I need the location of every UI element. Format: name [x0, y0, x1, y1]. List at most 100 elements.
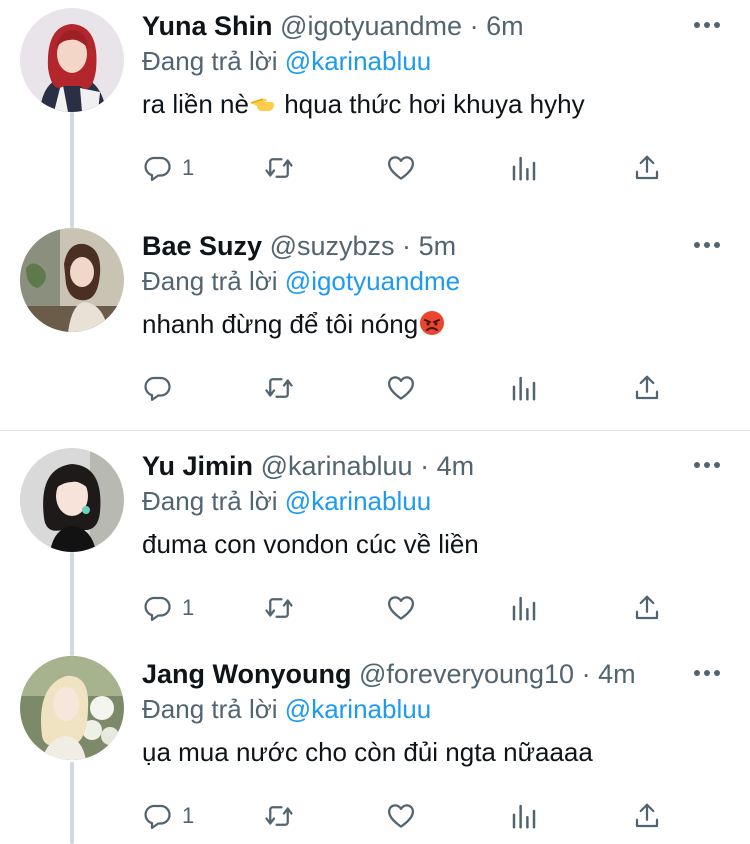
tweet-header: Jang Wonyoung @foreveryoung10 · 4m — [142, 656, 636, 692]
heart-icon — [388, 804, 414, 828]
tweet-header: Yuna Shin @igotyuandme · 6m — [142, 8, 524, 44]
retweet-icon — [265, 806, 293, 826]
tweet[interactable]: Yuna Shin @igotyuandme · 6m Đang trả lời… — [0, 8, 750, 208]
reply-button[interactable]: 1 — [142, 588, 194, 628]
more-icon[interactable] — [694, 240, 720, 250]
analytics-icon — [512, 376, 536, 401]
mention-link[interactable]: @karinabluu — [285, 694, 431, 724]
reply-prefix: Đang trả lời — [142, 266, 278, 296]
tweet-text-body: đuma con vondon cúc về liền — [142, 529, 479, 559]
angry-face-emoji — [420, 311, 445, 335]
tweet[interactable]: Yu Jimin @karinabluu · 4m Đang trả lời @… — [0, 448, 750, 648]
author-handle[interactable]: @karinabluu — [261, 451, 413, 481]
avatar[interactable] — [20, 228, 124, 332]
more-icon[interactable] — [694, 668, 720, 678]
tweet-text-body: ụa mua nước cho còn đủi ngta nữaaaa — [142, 737, 593, 767]
tweet-text-tail: hqua thức hơi khuya hyhy — [276, 89, 585, 119]
reply-prefix: Đang trả lời — [142, 486, 278, 516]
analytics-button[interactable] — [509, 148, 539, 188]
separator-dot: · — [402, 231, 412, 261]
share-icon — [635, 803, 659, 828]
reply-count: 1 — [182, 595, 195, 620]
timestamp[interactable]: 5m — [419, 231, 457, 261]
reply-context: Đang trả lời @karinabluu — [142, 44, 431, 78]
thread-divider — [0, 430, 750, 431]
share-button[interactable] — [632, 796, 662, 836]
tweet[interactable]: Jang Wonyoung @foreveryoung10 · 4m Đang … — [0, 656, 750, 844]
more-icon[interactable] — [694, 460, 720, 470]
retweet-icon — [265, 378, 293, 398]
reply-count: 1 — [182, 803, 195, 828]
avatar[interactable] — [20, 656, 124, 760]
tweet-text: nhanh đừng để tôi nóng — [142, 306, 446, 342]
more-icon[interactable] — [694, 20, 720, 30]
reply-context: Đang trả lời @karinabluu — [142, 692, 431, 726]
author-handle[interactable]: @foreveryoung10 — [359, 659, 574, 689]
pointing-hand-emoji — [250, 98, 274, 111]
share-icon — [635, 375, 659, 400]
retweet-button[interactable] — [264, 148, 294, 188]
timestamp[interactable]: 6m — [486, 11, 524, 41]
reply-count: 1 — [182, 155, 195, 180]
mention-link[interactable]: @igotyuandme — [285, 266, 460, 296]
like-button[interactable] — [386, 796, 416, 836]
mention-link[interactable]: @karinabluu — [285, 486, 431, 516]
heart-icon — [388, 596, 414, 620]
reply-context: Đang trả lời @igotyuandme — [142, 264, 460, 298]
author-name[interactable]: Jang Wonyoung — [142, 659, 352, 689]
retweet-button[interactable] — [264, 796, 294, 836]
retweet-button[interactable] — [264, 368, 294, 408]
action-bar: 1 — [0, 588, 750, 628]
reply-prefix: Đang trả lời — [142, 694, 278, 724]
reply-context: Đang trả lời @karinabluu — [142, 484, 431, 518]
separator-dot: · — [581, 659, 591, 689]
reply-button[interactable]: 1 — [142, 148, 194, 188]
analytics-icon — [512, 596, 536, 621]
heart-icon — [388, 376, 414, 400]
like-button[interactable] — [386, 588, 416, 628]
retweet-icon — [265, 598, 293, 618]
reply-icon — [144, 596, 171, 621]
share-button[interactable] — [632, 588, 662, 628]
author-handle[interactable]: @suzybzs — [270, 231, 395, 261]
tweet-text-body: ra liền nè — [142, 89, 249, 119]
author-handle[interactable]: @igotyuandme — [280, 11, 462, 41]
analytics-button[interactable] — [509, 796, 539, 836]
timestamp[interactable]: 4m — [598, 659, 636, 689]
share-icon — [635, 595, 659, 620]
reply-button[interactable] — [142, 368, 182, 408]
author-name[interactable]: Bae Suzy — [142, 231, 262, 261]
reply-icon — [144, 376, 171, 401]
tweet-text: ụa mua nước cho còn đủi ngta nữaaaa — [142, 734, 593, 770]
reply-prefix: Đang trả lời — [142, 46, 278, 76]
share-icon — [635, 155, 659, 180]
mention-link[interactable]: @karinabluu — [285, 46, 431, 76]
tweet-header: Bae Suzy @suzybzs · 5m — [142, 228, 456, 264]
like-button[interactable] — [386, 148, 416, 188]
tweet-text: ra liền nè hqua thức hơi khuya hyhy — [142, 86, 585, 122]
analytics-button[interactable] — [509, 368, 539, 408]
reply-icon — [144, 804, 171, 829]
reply-icon — [144, 156, 171, 181]
tweet-header: Yu Jimin @karinabluu · 4m — [142, 448, 474, 484]
author-name[interactable]: Yuna Shin — [142, 11, 273, 41]
tweet-text-body: nhanh đừng để tôi nóng — [142, 309, 419, 339]
share-button[interactable] — [632, 368, 662, 408]
action-bar — [0, 368, 750, 408]
analytics-button[interactable] — [509, 588, 539, 628]
analytics-icon — [512, 156, 536, 181]
like-button[interactable] — [386, 368, 416, 408]
timestamp[interactable]: 4m — [437, 451, 475, 481]
separator-dot: · — [469, 11, 479, 41]
avatar[interactable] — [20, 448, 124, 552]
tweet[interactable]: Bae Suzy @suzybzs · 5m Đang trả lời @igo… — [0, 228, 750, 428]
author-name[interactable]: Yu Jimin — [142, 451, 253, 481]
separator-dot: · — [420, 451, 430, 481]
analytics-icon — [512, 804, 536, 829]
avatar[interactable] — [20, 8, 124, 112]
heart-icon — [388, 156, 414, 180]
retweet-button[interactable] — [264, 588, 294, 628]
share-button[interactable] — [632, 148, 662, 188]
reply-button[interactable]: 1 — [142, 796, 194, 836]
action-bar: 1 — [0, 796, 750, 836]
